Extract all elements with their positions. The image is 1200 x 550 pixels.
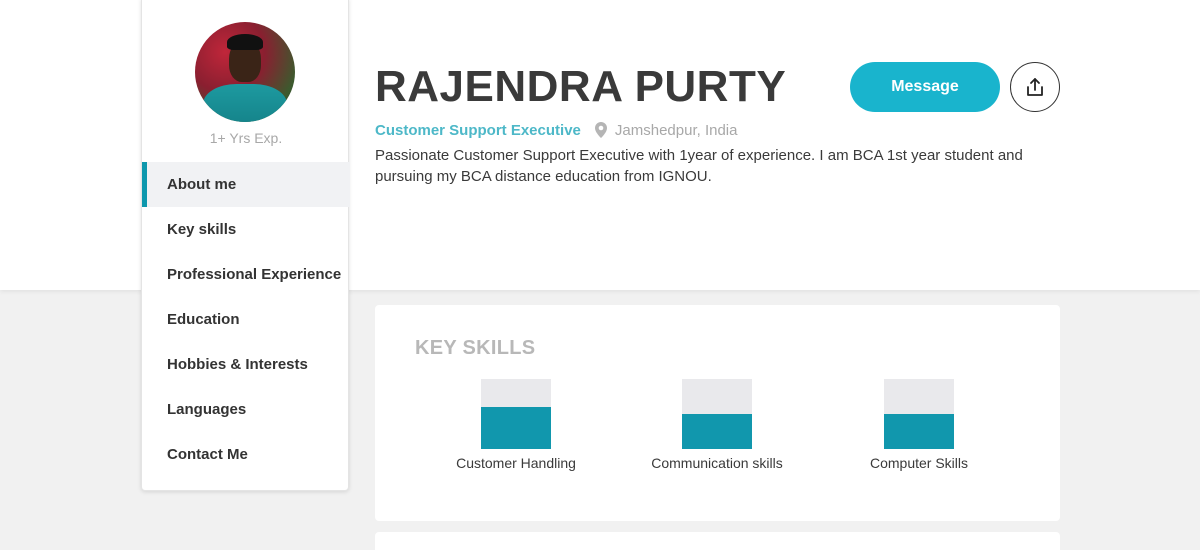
job-title: Customer Support Executive — [375, 121, 581, 139]
profile-bio: Passionate Customer Support Executive wi… — [375, 147, 1023, 185]
sidebar-item-contact-me[interactable]: Contact Me — [142, 432, 350, 477]
share-upload-icon — [1025, 77, 1045, 97]
skill-label: Customer Handling — [456, 455, 576, 471]
profile-sidebar: 1+ Yrs Exp. About me Key skills Professi… — [141, 0, 350, 491]
skill-level-fill — [481, 407, 551, 449]
skill-level-fill — [682, 414, 752, 449]
skill-level-bar — [481, 379, 551, 449]
skill-label: Computer Skills — [869, 455, 969, 471]
skill-customer-handling: Customer Handling — [416, 379, 616, 471]
experience-label: 1+ Yrs Exp. — [209, 130, 283, 146]
skill-communication: Communication skills — [617, 379, 817, 471]
key-skills-card: KEY SKILLS Customer Handling Communicati… — [375, 305, 1060, 521]
skill-label: Communication skills — [651, 455, 783, 471]
sidebar-item-languages[interactable]: Languages — [142, 387, 350, 432]
key-skills-title: KEY SKILLS — [415, 337, 536, 359]
sidebar-item-about-me[interactable]: About me — [142, 162, 350, 207]
next-section-card — [375, 532, 1060, 550]
skill-level-bar — [682, 379, 752, 449]
avatar — [195, 22, 295, 122]
sidebar-item-hobbies-interests[interactable]: Hobbies & Interests — [142, 342, 350, 387]
role-location-line: Customer Support Executive Jamshedpur, I… — [375, 120, 737, 140]
sidebar-nav: About me Key skills Professional Experie… — [142, 162, 350, 477]
skill-level-fill — [884, 414, 954, 449]
skill-computer: Computer Skills — [819, 379, 1019, 471]
sidebar-item-education[interactable]: Education — [142, 297, 350, 342]
sidebar-item-professional-experience[interactable]: Professional Experience — [142, 252, 350, 297]
sidebar-item-key-skills[interactable]: Key skills — [142, 207, 350, 252]
message-button[interactable]: Message — [850, 62, 1000, 112]
share-button[interactable] — [1010, 62, 1060, 112]
location-text: Jamshedpur, India — [614, 121, 738, 139]
location-pin-icon — [594, 122, 607, 138]
profile-name: RAJENDRA PURTY — [375, 62, 787, 111]
skill-level-bar — [884, 379, 954, 449]
